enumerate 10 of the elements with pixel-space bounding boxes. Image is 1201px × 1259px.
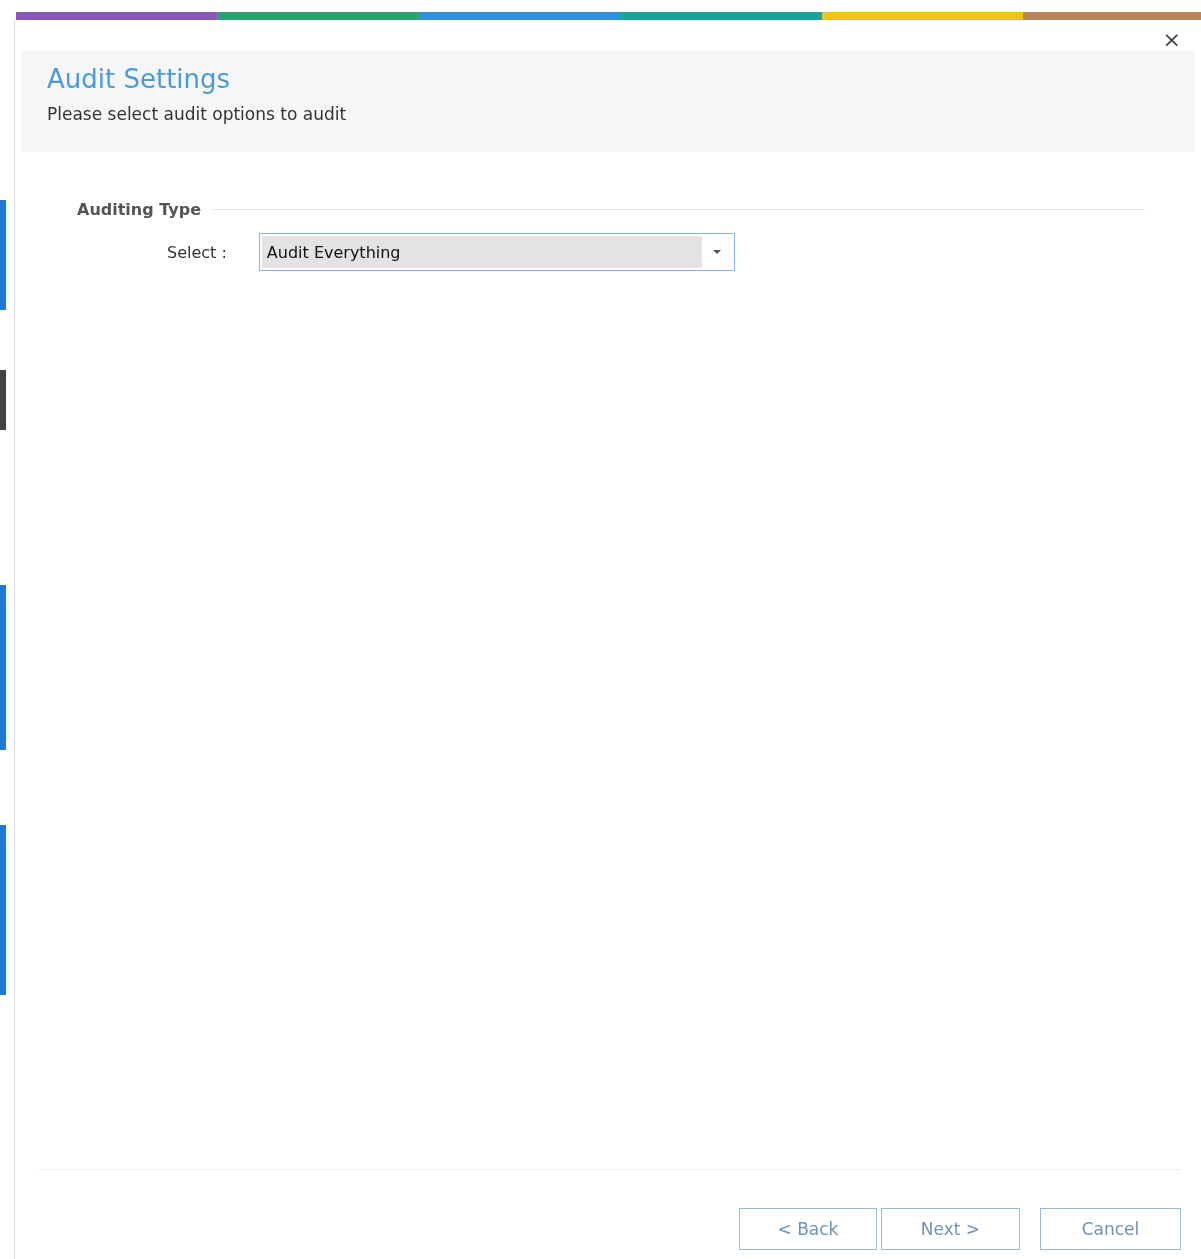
wizard-button[interactable]: Next >: [881, 1208, 1020, 1250]
wizard-button[interactable]: Cancel: [1040, 1208, 1181, 1250]
wizard-button[interactable]: < Back: [739, 1208, 877, 1250]
dialog-title: Audit Settings: [47, 64, 232, 94]
group-title: Auditing Type: [77, 200, 201, 219]
dropdown[interactable]: Audit Everything: [258, 233, 735, 271]
field-label: Select :: [167, 242, 227, 262]
caret-icon: [712, 250, 721, 254]
dialog-subtitle: Please select audit options to audit: [47, 104, 348, 124]
close-button[interactable]: ×: [1156, 28, 1187, 50]
